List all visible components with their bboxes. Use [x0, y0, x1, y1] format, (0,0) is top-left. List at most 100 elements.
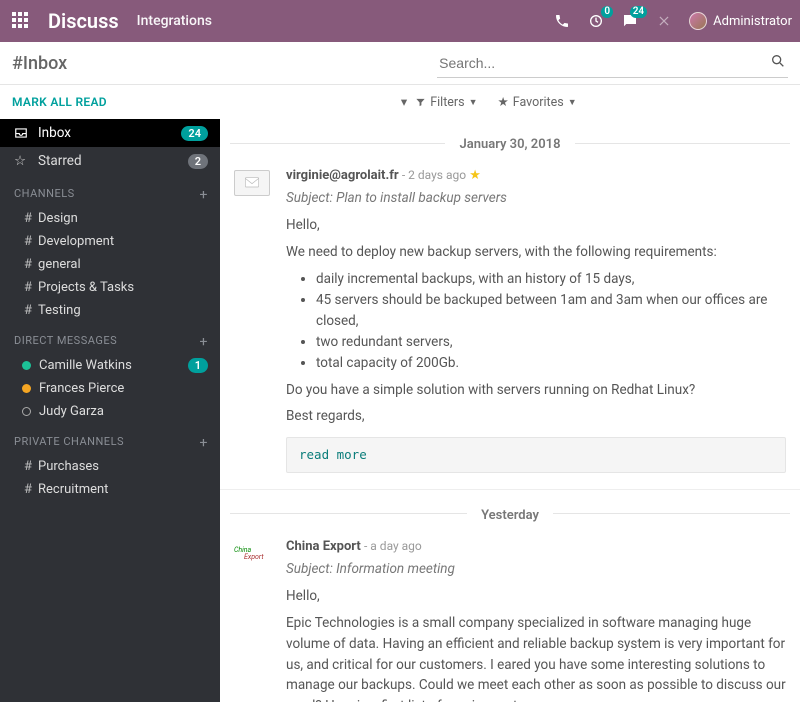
message-from: China Export	[286, 539, 361, 554]
phone-icon[interactable]	[553, 12, 571, 30]
chevron-down-icon: ▼	[469, 97, 478, 108]
add-channel-button[interactable]: +	[200, 187, 208, 203]
sidebar-inbox[interactable]: Inbox 24	[0, 119, 220, 147]
search-input[interactable]	[437, 49, 788, 78]
funnel-icon: ▾	[401, 94, 407, 110]
chevron-down-icon: ▼	[568, 97, 577, 108]
dm-badge: 1	[188, 358, 208, 373]
message-item[interactable]: virginie@agrolait.fr - 2 days ago ★ Subj…	[220, 162, 800, 490]
channel-purchases[interactable]: #Purchases	[0, 455, 220, 478]
filters-dropdown[interactable]: ▾ Filters ▼	[401, 94, 478, 110]
dm-label: Frances Pierce	[39, 381, 124, 396]
status-away-icon	[22, 384, 31, 393]
message-text: Best regards,	[286, 406, 786, 427]
dm-heading: DIRECT MESSAGES	[14, 334, 117, 350]
message-list: daily incremental backups, with an histo…	[316, 269, 786, 374]
filters-label: Filters	[430, 95, 464, 110]
channel-label: Purchases	[38, 459, 99, 474]
search-field[interactable]	[437, 49, 788, 78]
dm-camille-watkins[interactable]: Camille Watkins 1	[0, 354, 220, 377]
dm-judy-garza[interactable]: Judy Garza	[0, 400, 220, 423]
channels-heading: CHANNELS	[14, 187, 75, 203]
star-icon: ☆	[14, 153, 28, 169]
private-section-header: PRIVATE CHANNELS +	[0, 423, 220, 455]
sidebar-starred[interactable]: ☆ Starred 2	[0, 147, 220, 175]
activity-icon[interactable]: 0	[587, 12, 605, 30]
star-icon[interactable]: ★	[469, 168, 481, 183]
message-text: Epic Technologies is a small company spe…	[286, 613, 786, 702]
dm-frances-pierce[interactable]: Frances Pierce	[0, 377, 220, 400]
channel-label: Design	[38, 211, 78, 226]
message-text: Hello,	[286, 586, 786, 607]
status-offline-icon	[22, 407, 31, 416]
dm-label: Camille Watkins	[39, 358, 180, 373]
list-item: total capacity of 200Gb.	[316, 353, 786, 374]
inbox-icon	[14, 126, 28, 140]
channel-projects-tasks[interactable]: #Projects & Tasks	[0, 276, 220, 299]
add-private-button[interactable]: +	[200, 435, 208, 451]
funnel-icon	[415, 97, 426, 108]
message-age: - a day ago	[364, 539, 422, 553]
channel-development[interactable]: #Development	[0, 230, 220, 253]
mark-all-read-button[interactable]: MARK ALL READ	[12, 95, 107, 109]
channel-label: Development	[38, 234, 114, 249]
inbox-count: 24	[181, 126, 208, 141]
starred-count: 2	[188, 154, 208, 169]
apps-icon[interactable]	[12, 12, 30, 30]
message-text: Do you have a simple solution with serve…	[286, 380, 786, 401]
dm-section-header: DIRECT MESSAGES +	[0, 322, 220, 354]
date-label: January 30, 2018	[445, 137, 574, 152]
user-name: Administrator	[713, 14, 792, 29]
avatar-china-export: ChinaExport	[234, 541, 270, 567]
message-text: Hello,	[286, 215, 786, 236]
status-online-icon	[22, 361, 31, 370]
message-thread: January 30, 2018 virginie@agrolait.fr - …	[220, 119, 800, 702]
date-label: Yesterday	[467, 508, 553, 523]
channel-design[interactable]: #Design	[0, 207, 220, 230]
messages-badge: 24	[630, 6, 647, 18]
dm-label: Judy Garza	[39, 404, 104, 419]
nav-icons: 0 24 Administrator	[553, 12, 792, 30]
sidebar: Inbox 24 ☆ Starred 2 CHANNELS + #Design #…	[0, 119, 220, 702]
favorites-dropdown[interactable]: ★ Favorites ▼	[498, 94, 577, 110]
private-heading: PRIVATE CHANNELS	[14, 435, 124, 451]
nav-integrations[interactable]: Integrations	[137, 13, 212, 29]
message-from: virginie@agrolait.fr	[286, 168, 399, 183]
top-nav: Discuss Integrations 0 24 Administrator	[0, 0, 800, 42]
channel-label: Testing	[38, 303, 81, 318]
message-subject: Subject: Plan to install backup servers	[286, 188, 786, 209]
channels-section-header: CHANNELS +	[0, 175, 220, 207]
star-icon: ★	[498, 94, 509, 110]
channel-label: general	[38, 257, 81, 272]
list-item: daily incremental backups, with an histo…	[316, 269, 786, 290]
list-item: 45 servers should be backuped between 1a…	[316, 290, 786, 332]
inbox-label: Inbox	[38, 125, 171, 141]
channel-recruitment[interactable]: #Recruitment	[0, 478, 220, 501]
date-separator: January 30, 2018	[220, 133, 800, 152]
search-icon[interactable]	[770, 53, 786, 73]
control-bar: #Inbox	[0, 42, 800, 85]
avatar	[689, 12, 707, 30]
message-item[interactable]: ChinaExport China Export - a day ago Sub…	[220, 533, 800, 702]
starred-label: Starred	[38, 153, 178, 169]
channel-label: Recruitment	[38, 482, 108, 497]
envelope-icon	[234, 170, 270, 196]
favorites-label: Favorites	[513, 95, 564, 110]
list-item: two redundant servers,	[316, 332, 786, 353]
channel-label: Projects & Tasks	[38, 280, 134, 295]
messages-icon[interactable]: 24	[621, 12, 639, 30]
message-age: - 2 days ago	[402, 168, 466, 182]
channel-general[interactable]: #general	[0, 253, 220, 276]
user-menu[interactable]: Administrator	[689, 12, 792, 30]
brand-title[interactable]: Discuss	[48, 9, 119, 33]
close-icon[interactable]	[655, 12, 673, 30]
page-title: #Inbox	[12, 53, 67, 74]
control-bar-2: MARK ALL READ ▾ Filters ▼ ★ Favorites ▼	[0, 85, 800, 119]
channel-testing[interactable]: #Testing	[0, 299, 220, 322]
add-dm-button[interactable]: +	[200, 334, 208, 350]
message-subject: Subject: Information meeting	[286, 559, 786, 580]
message-text: We need to deploy new backup servers, wi…	[286, 242, 786, 263]
date-separator: Yesterday	[220, 504, 800, 523]
activity-badge: 0	[601, 6, 613, 18]
read-more-button[interactable]: read more	[286, 437, 786, 472]
